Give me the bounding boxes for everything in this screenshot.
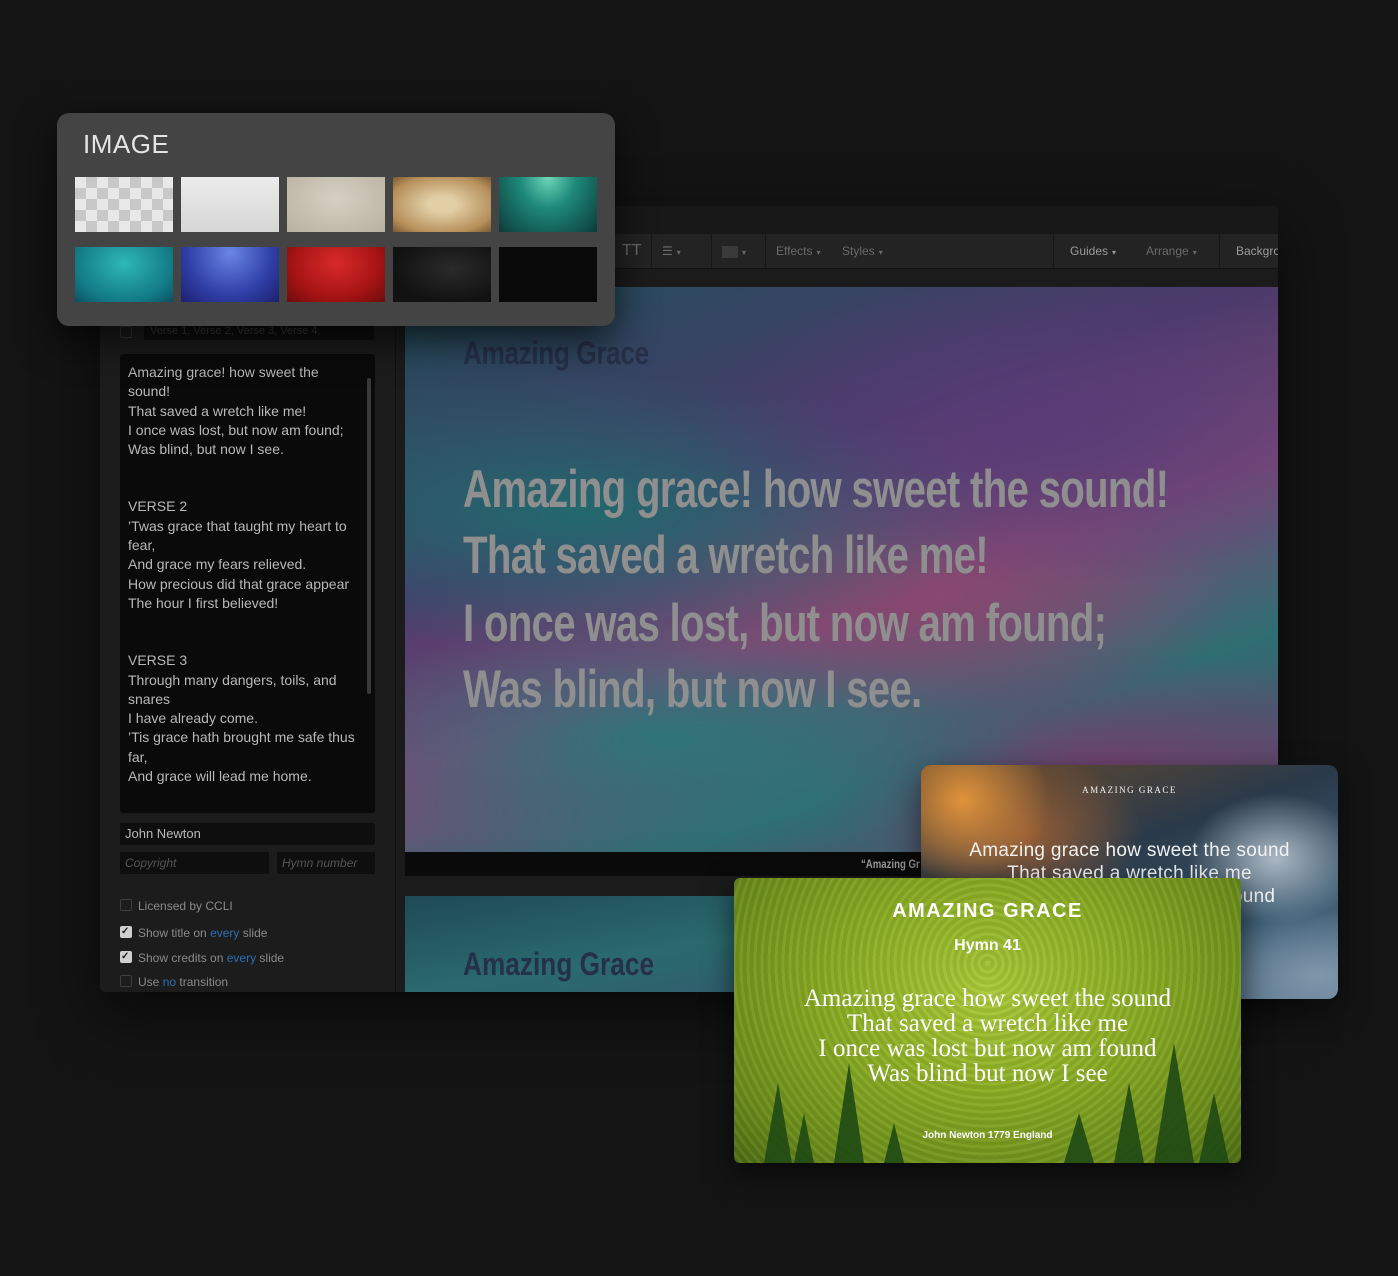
show-title-frequency-link[interactable]: every bbox=[210, 926, 239, 940]
image-picker-title: IMAGE bbox=[83, 129, 170, 159]
slide-lyric-line[interactable]: Was blind, but now I see. bbox=[463, 659, 922, 720]
effects-menu[interactable]: Effects ▾ bbox=[765, 234, 830, 268]
transition-option[interactable]: Use no transition bbox=[120, 974, 228, 990]
lyrics-verse-3: VERSE 3 Through many dangers, toils, and… bbox=[128, 652, 355, 785]
song-sidebar: Verse 1, Verse 2, Verse 3, Verse 4, Amaz… bbox=[100, 268, 396, 992]
lyrics-textarea[interactable]: Amazing grace! how sweet the sound! That… bbox=[120, 354, 375, 813]
transition-checkbox[interactable] bbox=[120, 975, 132, 987]
green-card-credit: John Newton 1779 England bbox=[922, 1130, 1053, 1141]
chevron-down-icon: ▾ bbox=[1192, 248, 1197, 257]
swatch-parchment[interactable] bbox=[393, 177, 491, 232]
styles-label: Styles bbox=[842, 244, 875, 258]
show-credits-label: Show credits on bbox=[138, 951, 224, 965]
show-credits-suffix: slide bbox=[259, 951, 285, 965]
chevron-down-icon: ▾ bbox=[742, 248, 747, 257]
color-dropdown[interactable]: ▾ bbox=[711, 234, 764, 268]
swatch-linen[interactable] bbox=[287, 177, 385, 232]
green-card-title: AMAZING GRACE bbox=[892, 900, 1083, 922]
swatch-blue[interactable] bbox=[181, 247, 279, 302]
effects-label: Effects bbox=[776, 244, 813, 258]
guides-menu[interactable]: Guides ▾ bbox=[1053, 234, 1132, 268]
transition-type-link[interactable]: no bbox=[163, 975, 176, 989]
copyright-input[interactable]: Copyright bbox=[120, 852, 269, 874]
transition-suffix: transition bbox=[179, 975, 229, 989]
arrange-menu[interactable]: Arrange ▾ bbox=[1130, 234, 1213, 268]
swatch-dark-texture[interactable] bbox=[393, 247, 491, 302]
sky-card-title: AMAZING GRACE bbox=[1082, 785, 1177, 795]
styles-menu[interactable]: Styles ▾ bbox=[832, 234, 893, 268]
chevron-down-icon: ▾ bbox=[878, 248, 883, 257]
hymn-number-input[interactable]: Hymn number bbox=[277, 852, 375, 874]
swatch-aqua[interactable] bbox=[75, 247, 173, 302]
show-credits-frequency-link[interactable]: every bbox=[227, 951, 256, 965]
align-dropdown[interactable]: ☰ ▾ bbox=[651, 234, 710, 268]
show-credits-option[interactable]: Show credits on every slide bbox=[120, 949, 285, 966]
lyrics-verse-2: VERSE 2 ’Twas grace that taught my heart… bbox=[128, 498, 350, 611]
show-title-suffix: slide bbox=[242, 926, 268, 940]
swatch-black[interactable] bbox=[499, 247, 597, 302]
show-credits-checkbox[interactable] bbox=[120, 949, 132, 965]
lyrics-scrollbar[interactable] bbox=[367, 378, 371, 694]
green-card-subtitle: Hymn 41 bbox=[954, 937, 1021, 954]
show-title-checkbox[interactable] bbox=[120, 924, 132, 940]
green-preview-card: AMAZING GRACE Hymn 41 Amazing grace how … bbox=[734, 878, 1241, 1163]
slide-lyric-line[interactable]: Amazing grace! how sweet the sound! bbox=[463, 459, 1169, 520]
licensed-ccli-checkbox[interactable] bbox=[120, 899, 132, 911]
transition-label: Use bbox=[138, 975, 160, 989]
chevron-down-icon: ▾ bbox=[676, 248, 681, 257]
guides-label: Guides bbox=[1070, 244, 1109, 258]
align-icon: ☰ bbox=[662, 244, 673, 258]
swatch-teal-glow[interactable] bbox=[499, 177, 597, 232]
licensed-ccli-option[interactable]: Licensed by CCLI bbox=[120, 898, 233, 914]
licensed-ccli-label: Licensed by CCLI bbox=[138, 899, 233, 913]
next-slide-title: Amazing Grace bbox=[463, 946, 655, 982]
slide-lyric-line[interactable]: That saved a wretch like me! bbox=[463, 525, 989, 586]
chevron-down-icon: ▾ bbox=[1112, 248, 1117, 257]
text-case-button[interactable]: TT bbox=[612, 234, 652, 268]
swatch-red[interactable] bbox=[287, 247, 385, 302]
image-background-picker: IMAGE bbox=[57, 113, 615, 326]
slide-lyric-line[interactable]: I once was lost, but now am found; bbox=[463, 593, 1107, 654]
chevron-down-icon: ▾ bbox=[816, 248, 821, 257]
verse-order-checkbox[interactable] bbox=[120, 326, 132, 338]
swatch-transparent[interactable] bbox=[75, 177, 173, 232]
swatch-white[interactable] bbox=[181, 177, 279, 232]
color-swatch-icon bbox=[722, 245, 738, 258]
show-title-label: Show title on bbox=[138, 926, 207, 940]
author-input[interactable]: John Newton bbox=[120, 823, 375, 845]
background-menu[interactable]: Backgro bbox=[1219, 234, 1278, 268]
slide-credits-text: “Amazing Gr bbox=[861, 857, 920, 871]
slide-title[interactable]: Amazing Grace bbox=[463, 335, 649, 372]
lyrics-verse-1: Amazing grace! how sweet the sound! That… bbox=[128, 364, 344, 458]
arrange-label: Arrange bbox=[1146, 244, 1189, 258]
show-title-option[interactable]: Show title on every slide bbox=[120, 924, 268, 941]
green-card-lyrics: Amazing grace how sweet the sound That s… bbox=[803, 985, 1172, 1087]
